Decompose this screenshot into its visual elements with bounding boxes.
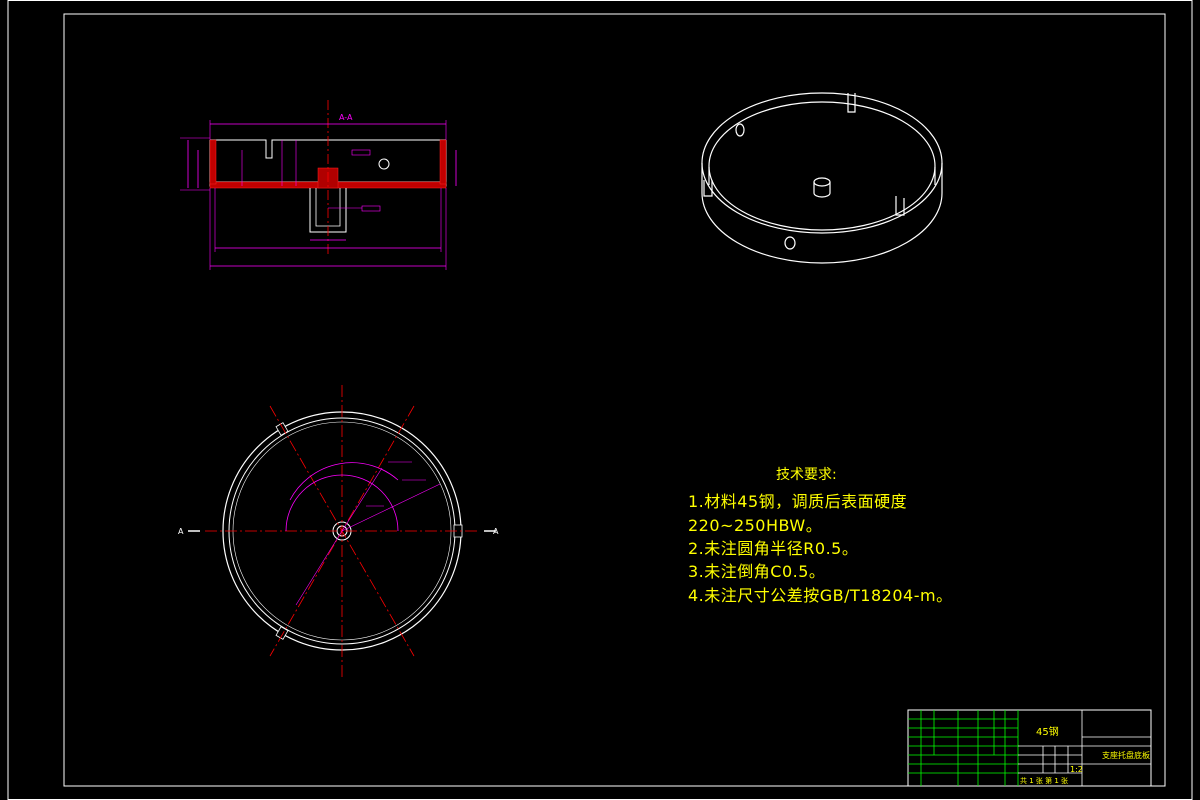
isometric-view bbox=[701, 92, 943, 264]
cut-label-left: A bbox=[178, 527, 184, 536]
tech-req-line-2: 220~250HBW。 bbox=[688, 516, 823, 535]
inner-border bbox=[63, 13, 1166, 787]
tech-req-line-5: 4.未注尺寸公差按GB/T18204-m。 bbox=[688, 586, 953, 605]
title-block-drawing-title: 支座托盘底板 bbox=[1102, 751, 1150, 760]
outer-border bbox=[7, 0, 1193, 800]
section-label: A-A bbox=[339, 113, 353, 122]
title-block-sheet: 共 1 张 第 1 张 bbox=[1020, 777, 1069, 785]
title-block bbox=[907, 709, 1152, 787]
title-block-material: 45钢 bbox=[1036, 727, 1059, 738]
title-block-scale: 1:2 bbox=[1070, 765, 1083, 774]
drawing-canvas: A-A A A bbox=[7, 0, 1193, 800]
section-view: A-A bbox=[180, 100, 457, 270]
plan-view: A A bbox=[178, 385, 499, 680]
tech-req-title: 技术要求: bbox=[776, 467, 837, 483]
cut-label-right: A bbox=[493, 527, 499, 536]
tech-req-line-1: 1.材料45钢，调质后表面硬度 bbox=[688, 492, 908, 511]
tech-req-line-3: 2.未注圆角半径R0.5。 bbox=[688, 539, 859, 558]
tech-req-line-4: 3.未注倒角C0.5。 bbox=[688, 562, 826, 581]
